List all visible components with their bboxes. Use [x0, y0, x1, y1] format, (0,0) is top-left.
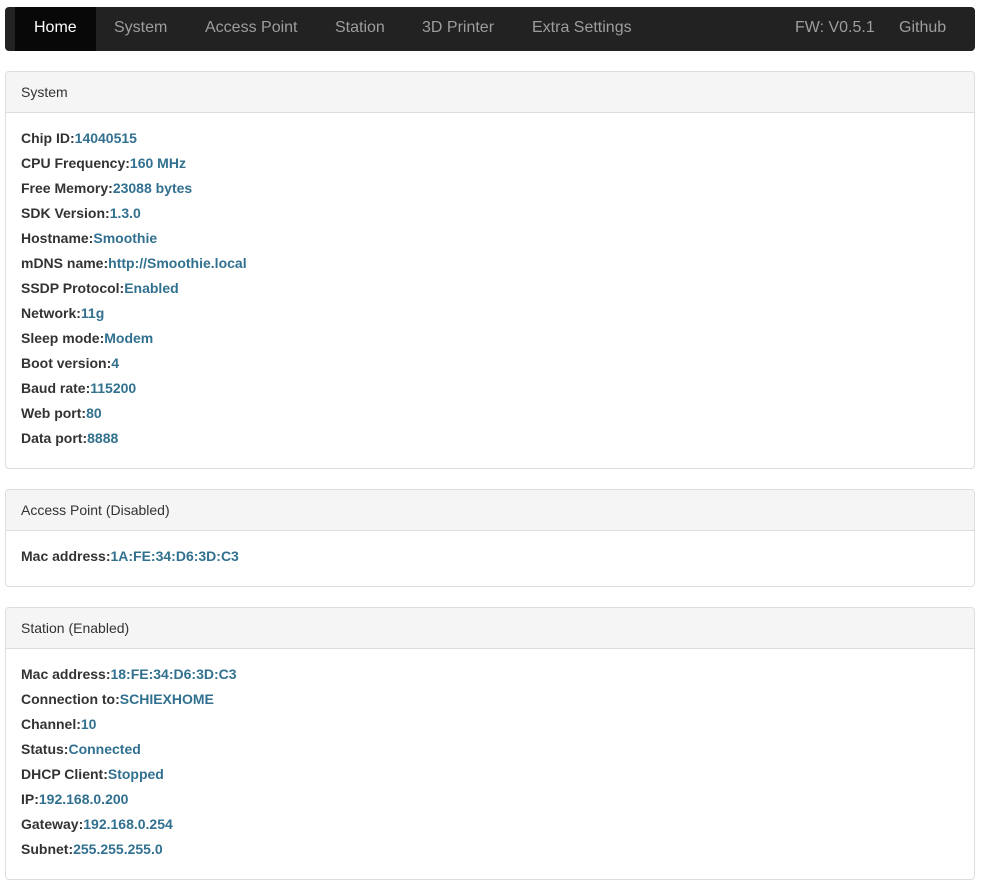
info-label: Free Memory: [21, 180, 113, 196]
info-row-network: Network:11g [21, 303, 959, 328]
info-value: 1.3.0 [109, 205, 141, 221]
info-value: 14040515 [74, 130, 137, 146]
info-row-cpu-frequency: CPU Frequency:160 MHz [21, 153, 959, 178]
info-label: IP: [21, 791, 39, 807]
info-value: 160 MHz [129, 155, 186, 171]
system-panel-title: System [6, 72, 974, 113]
info-value: Stopped [107, 766, 164, 782]
info-label: SSDP Protocol: [21, 280, 125, 296]
info-row-ssdp-protocol: SSDP Protocol:Enabled [21, 278, 959, 303]
info-label: Baud rate: [21, 380, 91, 396]
info-row-mdns-name: mDNS name:http://Smoothie.local [21, 253, 959, 278]
info-label: Data port: [21, 430, 88, 446]
nav-3d-printer[interactable]: 3D Printer [403, 7, 513, 51]
station-panel: Station (Enabled) Mac address:18:FE:34:D… [5, 607, 975, 880]
info-label: Chip ID: [21, 130, 75, 146]
info-row-data-port: Data port:8888 [21, 428, 959, 453]
station-panel-body: Mac address:18:FE:34:D6:3D:C3 Connection… [6, 649, 974, 864]
nav-home[interactable]: Home [15, 7, 96, 51]
nav-system[interactable]: System [95, 7, 186, 51]
info-value: 18:FE:34:D6:3D:C3 [110, 666, 237, 682]
nav-access-point[interactable]: Access Point [186, 7, 316, 51]
nav-extra-settings[interactable]: Extra Settings [513, 7, 651, 51]
access-point-panel: Access Point (Disabled) Mac address:1A:F… [5, 489, 975, 587]
info-row-status: Status:Connected [21, 739, 959, 764]
info-label: Mac address: [21, 548, 111, 564]
info-value: 4 [111, 355, 120, 371]
info-value: 10 [80, 716, 97, 732]
info-label: Web port: [21, 405, 87, 421]
info-label: Channel: [21, 716, 81, 732]
info-row-subnet: Subnet:255.255.255.0 [21, 839, 959, 864]
info-row-ip: IP:192.168.0.200 [21, 789, 959, 814]
info-row-hostname: Hostname:Smoothie [21, 228, 959, 253]
info-value: 23088 bytes [112, 180, 193, 196]
info-label: Sleep mode: [21, 330, 105, 346]
info-label: Status: [21, 741, 69, 757]
info-label: Subnet: [21, 841, 74, 857]
access-point-panel-title: Access Point (Disabled) [6, 490, 974, 531]
info-label: Hostname: [21, 230, 94, 246]
info-value: 80 [86, 405, 102, 421]
info-value: 255.255.255.0 [73, 841, 163, 857]
access-point-panel-body: Mac address:1A:FE:34:D6:3D:C3 [6, 531, 974, 571]
info-value: Enabled [124, 280, 179, 296]
info-row-free-memory: Free Memory:23088 bytes [21, 178, 959, 203]
nav-station[interactable]: Station [316, 7, 404, 51]
info-value: 192.168.0.254 [83, 816, 173, 832]
info-label: mDNS name: [21, 255, 109, 271]
info-row-connection-to: Connection to:SCHIEXHOME [21, 689, 959, 714]
info-row-dhcp-client: DHCP Client:Stopped [21, 764, 959, 789]
system-panel-body: Chip ID:14040515 CPU Frequency:160 MHz F… [6, 113, 974, 453]
info-label: SDK Version: [21, 205, 110, 221]
nav-github-link[interactable]: Github [880, 7, 965, 51]
info-label: Gateway: [21, 816, 84, 832]
info-row-gateway: Gateway:192.168.0.254 [21, 814, 959, 839]
info-value: SCHIEXHOME [119, 691, 214, 707]
info-label: Network: [21, 305, 81, 321]
info-value: 115200 [90, 380, 137, 396]
info-value: 11g [80, 305, 105, 321]
info-label: DHCP Client: [21, 766, 108, 782]
top-navbar: Home System Access Point Station 3D Prin… [5, 7, 975, 51]
info-value: http://Smoothie.local [108, 255, 247, 271]
firmware-version: FW: V0.5.1 [795, 19, 875, 36]
system-panel: System Chip ID:14040515 CPU Frequency:16… [5, 71, 975, 469]
info-value: 192.168.0.200 [38, 791, 129, 807]
info-row-ap-mac-address: Mac address:1A:FE:34:D6:3D:C3 [21, 546, 959, 571]
info-value: Modem [104, 330, 154, 346]
info-row-baud-rate: Baud rate:115200 [21, 378, 959, 403]
info-label: Mac address: [21, 666, 111, 682]
info-value: 8888 [87, 430, 119, 446]
station-panel-title: Station (Enabled) [6, 608, 974, 649]
info-value: 1A:FE:34:D6:3D:C3 [110, 548, 239, 564]
info-value: Smoothie [93, 230, 158, 246]
info-row-web-port: Web port:80 [21, 403, 959, 428]
info-label: CPU Frequency: [21, 155, 130, 171]
info-row-sdk-version: SDK Version:1.3.0 [21, 203, 959, 228]
info-row-sta-mac-address: Mac address:18:FE:34:D6:3D:C3 [21, 664, 959, 689]
info-row-boot-version: Boot version:4 [21, 353, 959, 378]
info-row-sleep-mode: Sleep mode:Modem [21, 328, 959, 353]
info-row-channel: Channel:10 [21, 714, 959, 739]
info-label: Connection to: [21, 691, 120, 707]
info-value: Connected [68, 741, 141, 757]
info-label: Boot version: [21, 355, 112, 371]
info-row-chip-id: Chip ID:14040515 [21, 128, 959, 153]
